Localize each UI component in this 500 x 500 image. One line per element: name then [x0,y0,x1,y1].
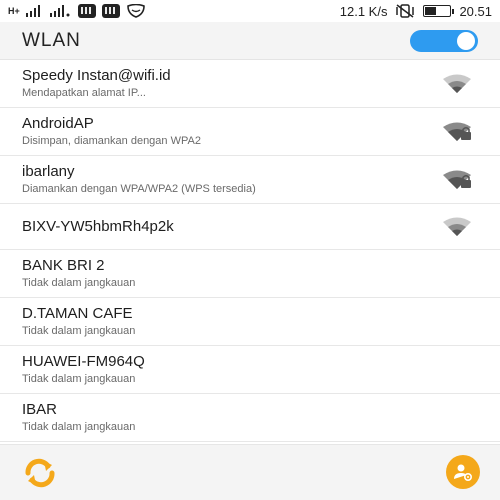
shield-icon [126,4,145,18]
add-network-button[interactable] [446,455,480,489]
network-ssid: ibarlany [22,163,75,180]
battery-icon [423,5,455,17]
network-ssid: BANK BRI 2 [22,257,105,274]
network-ssid: D.TAMAN CAFE [22,305,133,322]
network-speed: 12.1 K/s [339,3,388,19]
network-ssid: IBAR [22,401,58,418]
network-item[interactable]: ibarlany Diamankan dengan WPA/WPA2 (WPS … [0,156,500,204]
add-network-icon [454,464,472,481]
bottom-action-bar [0,444,500,500]
network-status: Tidak dalam jangkauan [22,373,136,385]
network-ssid: HUAWEI-FM964Q [22,353,145,370]
network-item[interactable]: HUAWEI-FM964Q Tidak dalam jangkauan [0,346,500,394]
vibrate-mute-icon [396,4,415,18]
network-item[interactable]: BANK BRI 2 Tidak dalam jangkauan [0,250,500,298]
status-bar-left: H+ [8,4,146,18]
status-bar-right: 12.1 K/s 20.51 [340,4,492,19]
network-type-label: H+ [8,5,20,16]
refresh-icon[interactable] [22,457,58,489]
wifi-signal-icon [443,74,471,93]
network-item[interactable]: D.TAMAN CAFE Tidak dalam jangkauan [0,298,500,346]
wlan-header: WLAN [0,22,500,60]
network-ssid: BIXV-YW5hbmRh4p2k [22,217,174,235]
bbm-notification-icon [77,4,96,18]
network-item[interactable]: AndroidAP Disimpan, diamankan dengan WPA… [0,108,500,156]
bbm-notification-2-icon [101,4,120,18]
cell-signal-icon [25,5,40,17]
wlan-toggle[interactable] [410,29,478,52]
network-status: Tidak dalam jangkauan [22,325,136,337]
network-ssid: AndroidAP [22,115,94,132]
clock: 20.51 [459,3,492,19]
network-status: Tidak dalam jangkauan [22,421,136,433]
wifi-locked-icon [443,170,471,189]
network-status: Diamankan dengan WPA/WPA2 (WPS tersedia) [22,183,256,195]
network-item[interactable]: IBAR Tidak dalam jangkauan [0,394,500,442]
network-ssid: Speedy Instan@wifi.id [22,67,171,84]
network-item[interactable]: Speedy Instan@wifi.id Mendapatkan alamat… [0,60,500,108]
network-list: Speedy Instan@wifi.id Mendapatkan alamat… [0,60,500,442]
network-status: Tidak dalam jangkauan [22,277,136,289]
wifi-locked-icon [443,122,471,141]
status-bar: H+ 12.1 K/s 20.51 [0,0,500,22]
cell-signal-2-icon [49,5,70,17]
network-item[interactable]: BIXV-YW5hbmRh4p2k [0,204,500,250]
network-status: Mendapatkan alamat IP... [22,87,146,99]
page-title: WLAN [22,29,81,51]
toggle-knob [457,31,475,50]
wifi-signal-icon [443,217,471,236]
network-status: Disimpan, diamankan dengan WPA2 [22,135,201,147]
